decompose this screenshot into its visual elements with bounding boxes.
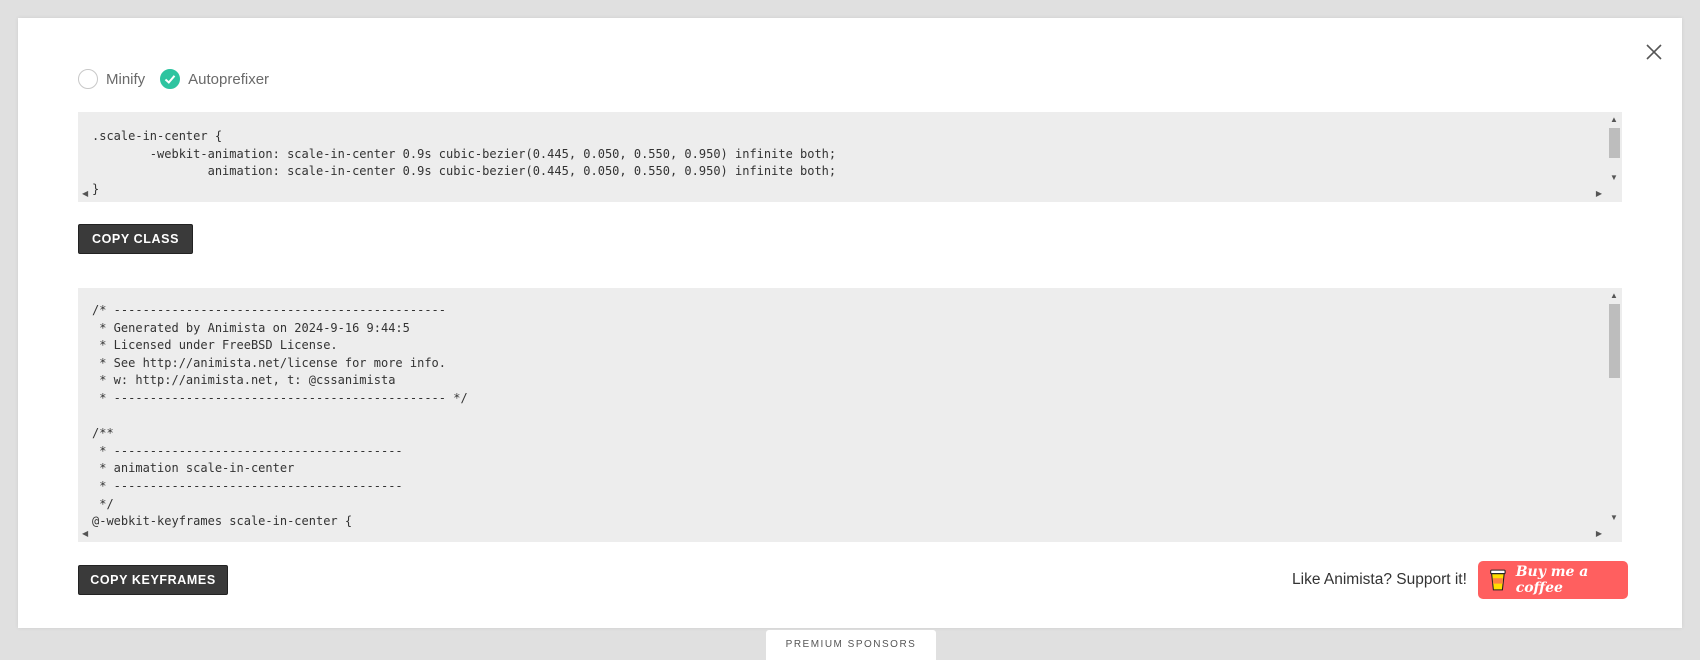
- scroll-up-icon[interactable]: ▲: [1610, 292, 1618, 300]
- copy-keyframes-button[interactable]: COPY KEYFRAMES: [78, 565, 228, 595]
- class-code-hscroll[interactable]: ◀ ▶: [78, 186, 1606, 202]
- scroll-thumb[interactable]: [1609, 304, 1620, 378]
- coffee-button-label: Buy me a coffee: [1515, 564, 1589, 596]
- copy-class-button[interactable]: COPY CLASS: [78, 224, 193, 254]
- support-text: Like Animista? Support it!: [1292, 571, 1467, 588]
- scroll-right-icon[interactable]: ▶: [1596, 530, 1602, 538]
- scroll-up-icon[interactable]: ▲: [1610, 116, 1618, 124]
- check-icon: [164, 75, 176, 84]
- export-modal: Minify Autoprefixer .scale-in-center { -…: [18, 18, 1682, 628]
- export-options: Minify Autoprefixer: [78, 67, 284, 91]
- coffee-cup-icon: [1490, 569, 1506, 591]
- class-code-textarea[interactable]: .scale-in-center { -webkit-animation: sc…: [78, 112, 1622, 202]
- minify-radio[interactable]: [78, 69, 98, 89]
- close-button[interactable]: [1640, 38, 1668, 66]
- support-section: Like Animista? Support it! Buy me a coff…: [1292, 561, 1628, 599]
- scroll-right-icon[interactable]: ▶: [1596, 190, 1602, 198]
- close-icon: [1646, 44, 1662, 60]
- keyframes-code-textarea[interactable]: /* -------------------------------------…: [78, 288, 1622, 542]
- scroll-down-icon[interactable]: ▼: [1610, 174, 1618, 182]
- scroll-thumb[interactable]: [1609, 128, 1620, 158]
- keyframes-code-vscroll[interactable]: ▲ ▼: [1606, 288, 1622, 526]
- keyframes-code: /* -------------------------------------…: [92, 303, 468, 529]
- class-code-vscroll[interactable]: ▲ ▼: [1606, 112, 1622, 186]
- minify-option[interactable]: Minify: [78, 69, 145, 89]
- buy-me-a-coffee-button[interactable]: Buy me a coffee: [1477, 561, 1628, 599]
- scroll-down-icon[interactable]: ▼: [1610, 514, 1618, 522]
- autoprefixer-option[interactable]: Autoprefixer: [160, 69, 269, 89]
- scroll-left-icon[interactable]: ◀: [82, 190, 88, 198]
- premium-sponsors-tab[interactable]: PREMIUM SPONSORS: [766, 630, 936, 660]
- autoprefixer-radio[interactable]: [160, 69, 181, 89]
- minify-label: Minify: [106, 70, 146, 88]
- keyframes-code-hscroll[interactable]: ◀ ▶: [78, 526, 1606, 542]
- autoprefixer-label: Autoprefixer: [188, 70, 270, 88]
- scroll-left-icon[interactable]: ◀: [82, 530, 88, 538]
